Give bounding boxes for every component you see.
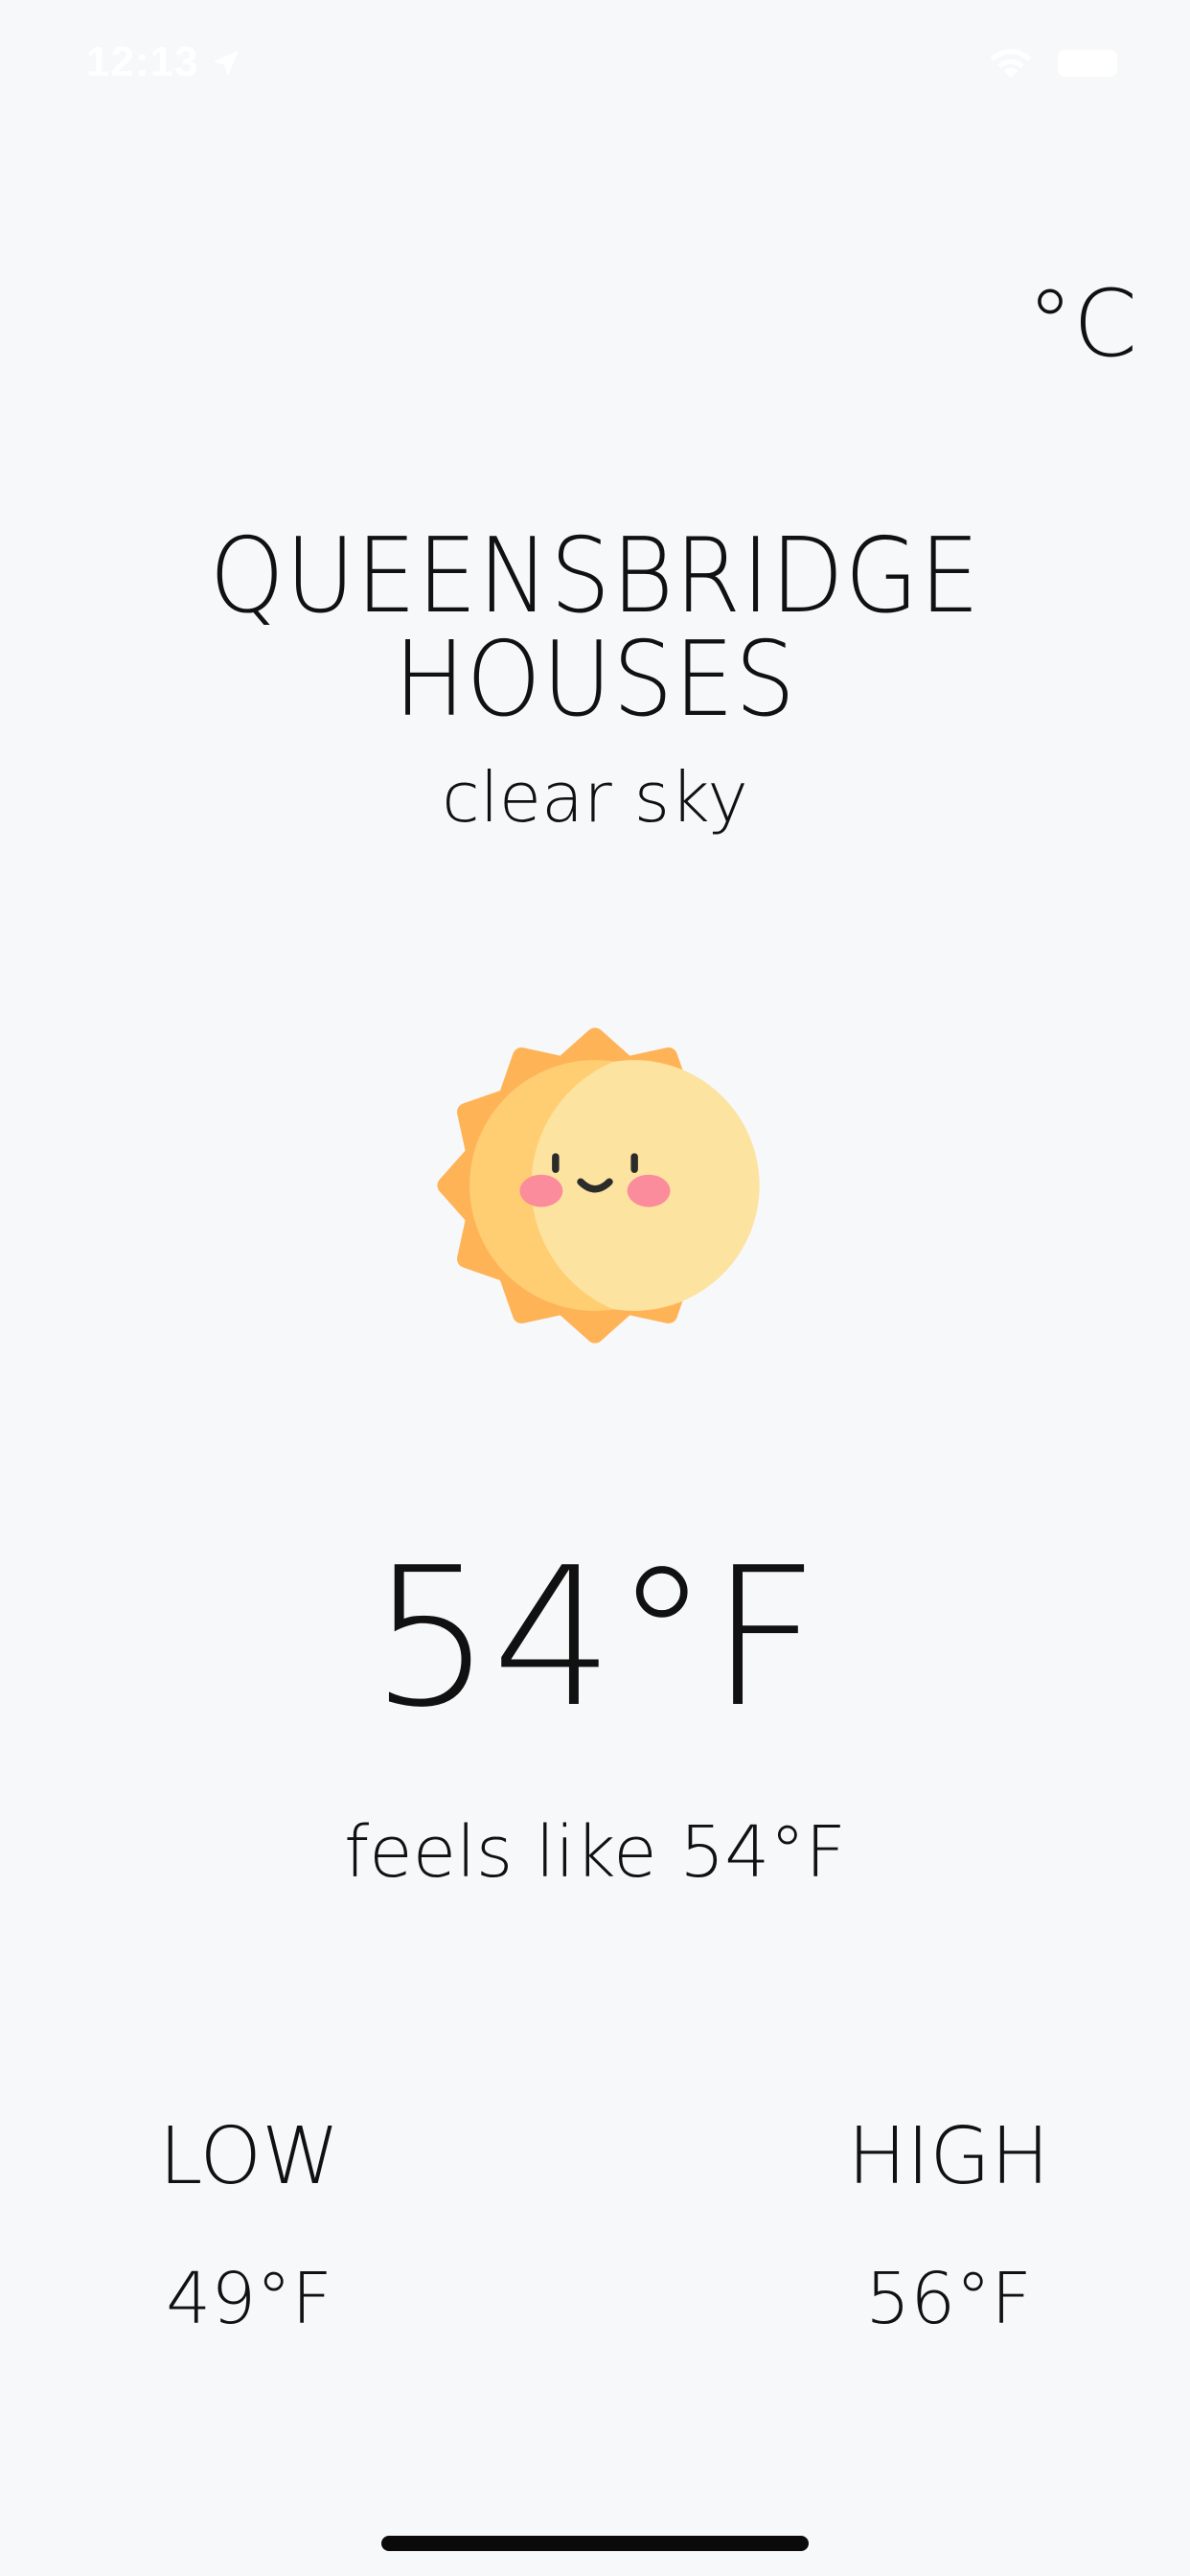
low-label: LOW — [158, 2111, 340, 2202]
feels-like-temperature: feels like 54°F — [344, 1811, 846, 1894]
wifi-icon — [990, 49, 1032, 79]
location-arrow-icon — [213, 50, 240, 77]
current-temperature: 54°F — [370, 1527, 820, 1750]
weather-condition: clear sky — [442, 757, 748, 838]
battery-icon — [1058, 50, 1117, 77]
status-time: 12:13 — [86, 38, 199, 85]
status-bar: 12:13 — [0, 0, 1190, 126]
low-value: 49°F — [166, 2258, 332, 2340]
cheek-right — [627, 1174, 671, 1208]
location-name: QUEENSBRIDGE HOUSES — [209, 517, 981, 740]
high-value: 56°F — [865, 2258, 1032, 2340]
home-indicator[interactable] — [381, 2536, 809, 2551]
unit-toggle-button[interactable]: °C — [1027, 278, 1137, 370]
sun-icon — [437, 1027, 760, 1344]
high-label: HIGH — [847, 2111, 1050, 2202]
cheek-left — [519, 1174, 563, 1208]
